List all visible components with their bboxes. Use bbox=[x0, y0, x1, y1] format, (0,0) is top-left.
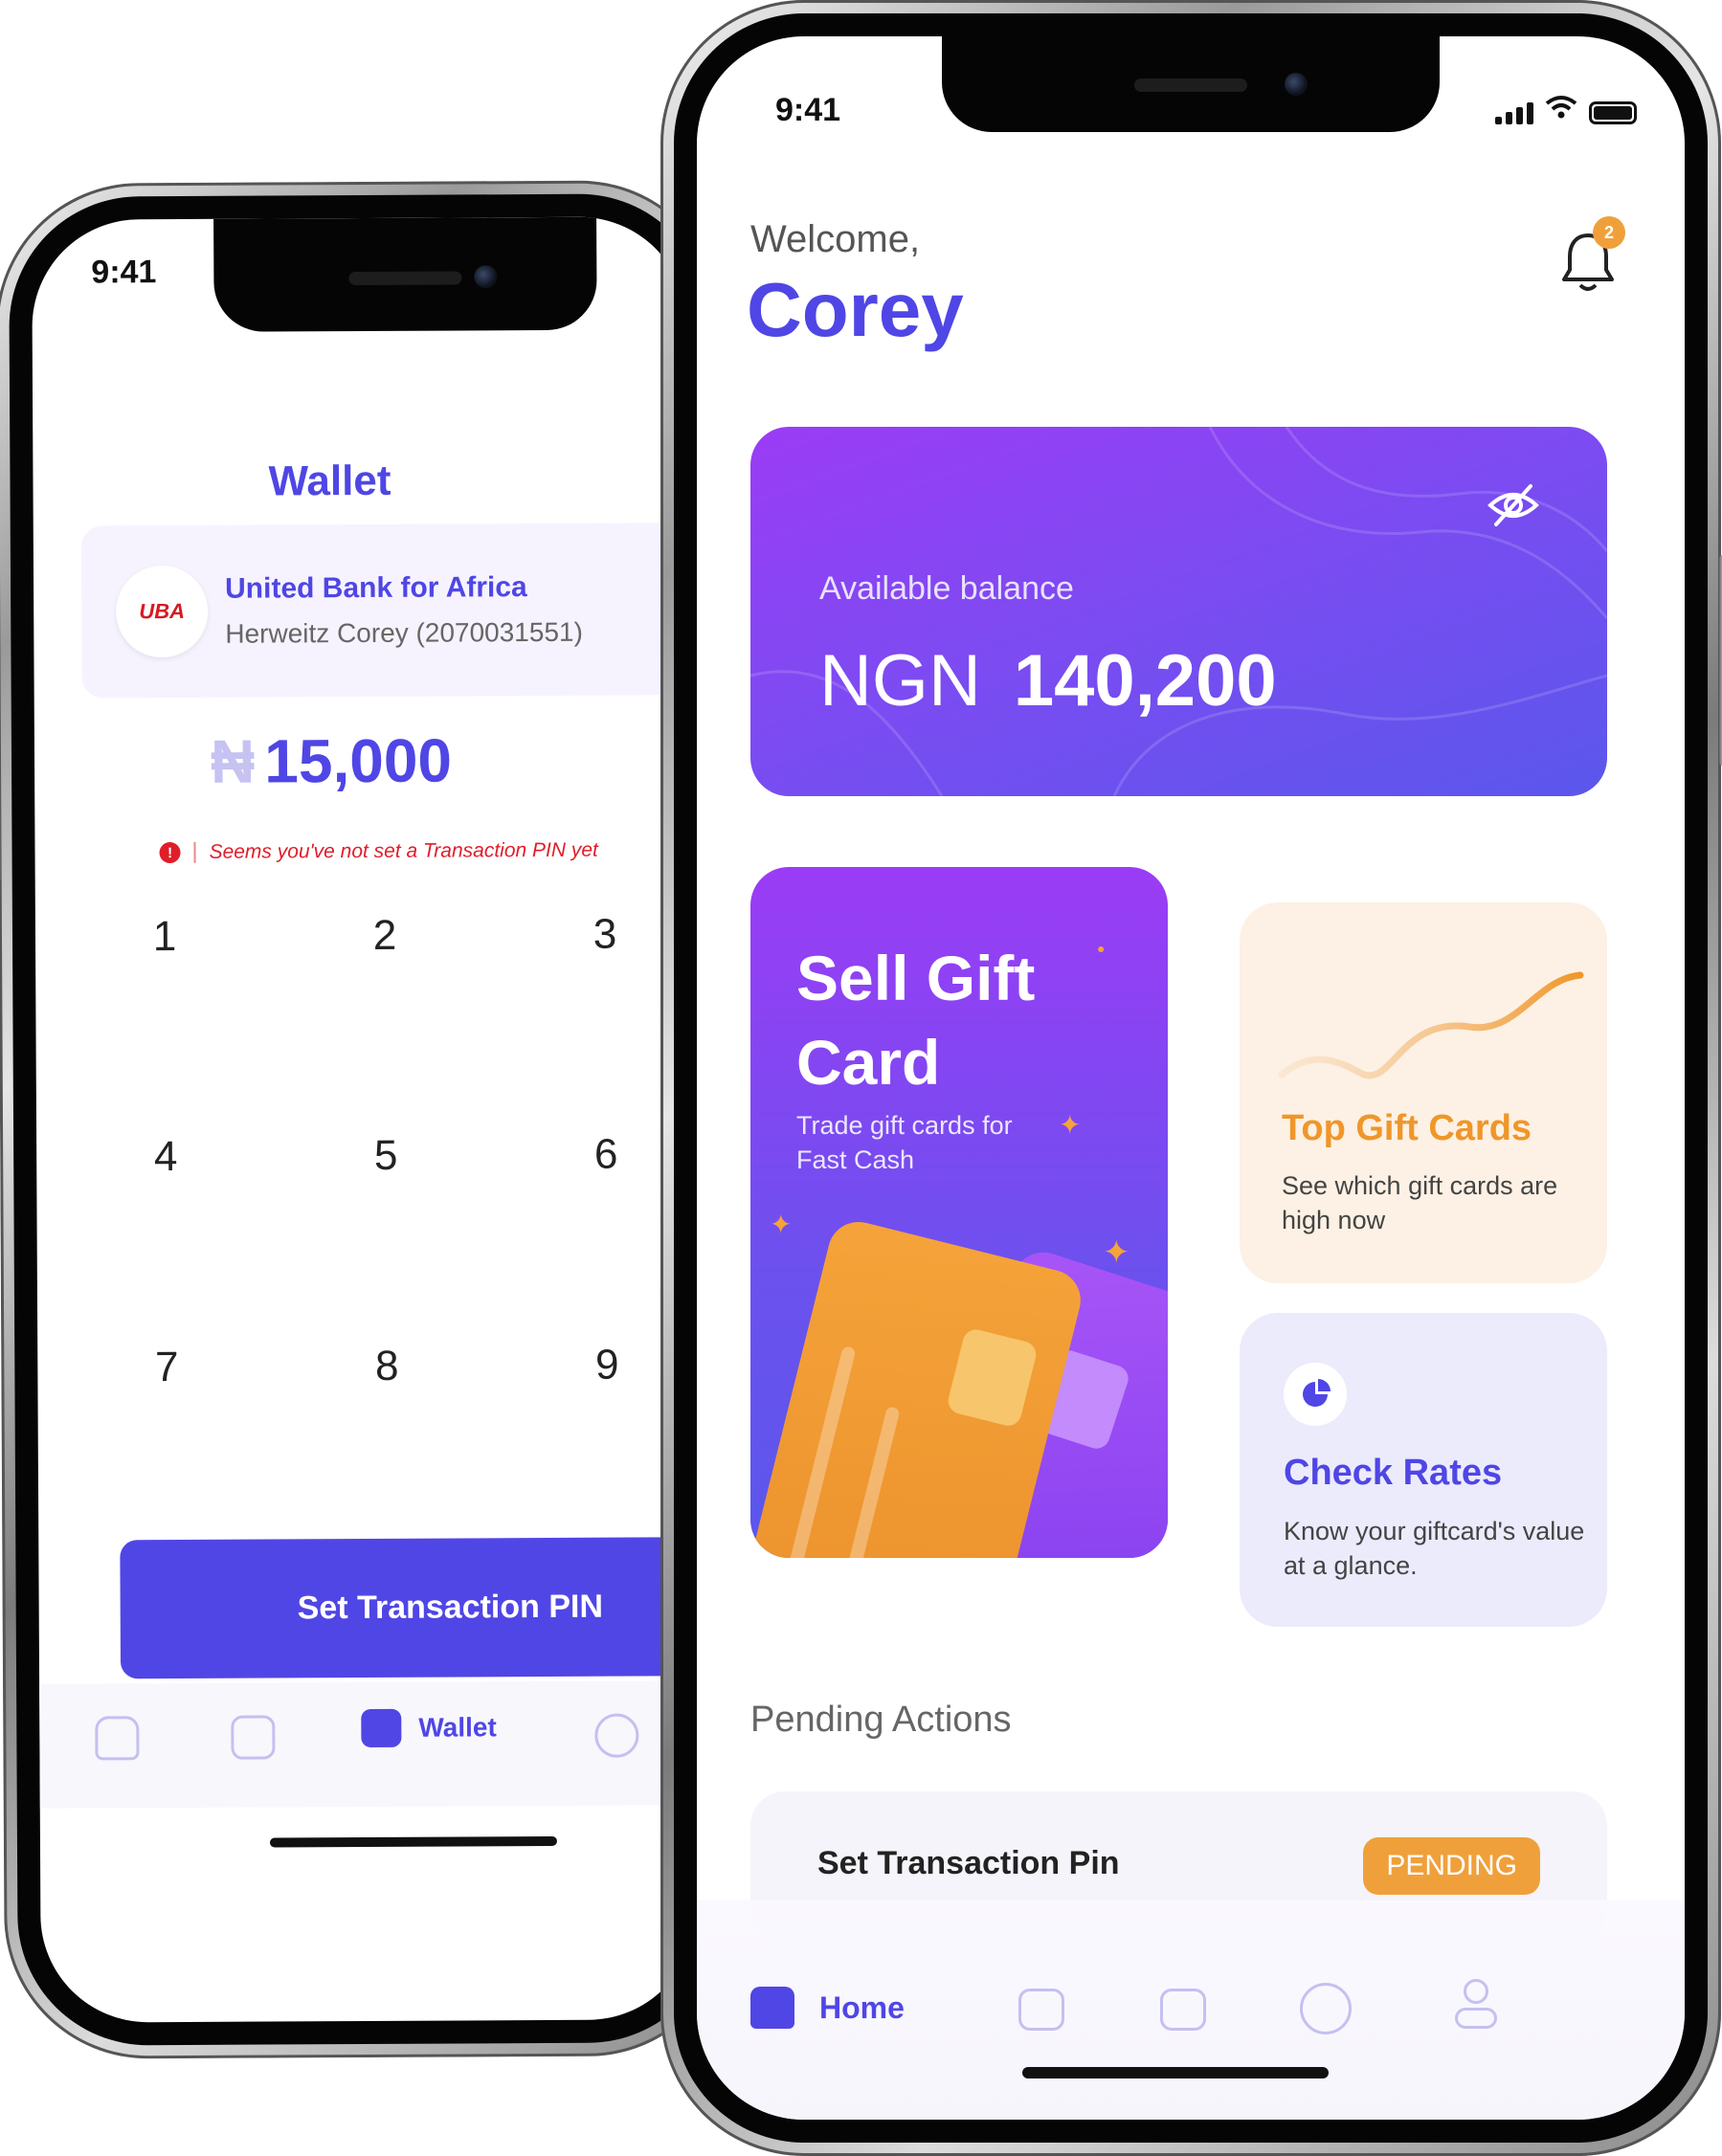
profile-icon[interactable] bbox=[1455, 1979, 1497, 2033]
balance-label: Available balance bbox=[819, 570, 1074, 607]
key-5[interactable]: 5 bbox=[328, 1108, 444, 1205]
greeting: Welcome, bbox=[750, 218, 921, 260]
numeric-keypad: 1 2 3 4 5 6 7 8 9 . 0 ⌫ bbox=[35, 886, 696, 1601]
set-transaction-pin-button[interactable]: Set Transaction PIN bbox=[120, 1536, 696, 1679]
sparkle-icon: ✦ bbox=[1103, 1234, 1130, 1271]
bottom-nav: Home bbox=[697, 1900, 1685, 2120]
home-icon[interactable] bbox=[95, 1716, 140, 1761]
bank-account-holder: Herweitz Corey (2070031551) bbox=[225, 616, 583, 649]
status-icons bbox=[1495, 94, 1637, 124]
amount-display: ₦ 15,000 bbox=[34, 724, 628, 798]
top-gift-cards-tile[interactable]: Top Gift Cards See which gift cards are … bbox=[1240, 902, 1607, 1283]
home-screen: 9:41 Welcome, Corey 2 Available balance … bbox=[697, 36, 1685, 2120]
sell-gift-card-tile[interactable]: Sell Gift Card Trade gift cards for Fast… bbox=[750, 867, 1168, 1558]
key-8[interactable]: 8 bbox=[329, 1319, 445, 1415]
page-title: Wallet bbox=[268, 456, 391, 505]
pin-warning: ! Seems you've not set a Transaction PIN… bbox=[159, 838, 598, 864]
bank-logo: UBA bbox=[115, 565, 209, 658]
chart-icon[interactable] bbox=[1018, 1989, 1064, 2031]
key-9[interactable]: 9 bbox=[549, 1317, 665, 1413]
wallet-phone: 9:41 Wallet UBA United Bank for Africa H… bbox=[0, 180, 733, 2059]
card-chip bbox=[945, 1326, 1040, 1429]
notification-badge: 2 bbox=[1593, 216, 1625, 249]
phone-notch bbox=[213, 216, 597, 332]
balance-amount: NGN 140,200 bbox=[819, 639, 1277, 722]
key-4[interactable]: 4 bbox=[108, 1109, 224, 1206]
key-6[interactable]: 6 bbox=[548, 1106, 664, 1203]
balance-value: 140,200 bbox=[1013, 640, 1277, 722]
home-indicator bbox=[269, 1835, 557, 1848]
status-time: 9:41 bbox=[775, 92, 841, 128]
status-time: 9:41 bbox=[91, 254, 157, 291]
key-2[interactable]: 2 bbox=[327, 888, 443, 985]
nav-home-label: Home bbox=[819, 1989, 905, 2025]
warning-text: Seems you've not set a Transaction PIN y… bbox=[209, 838, 598, 863]
card-stripe bbox=[773, 1345, 857, 1558]
nav-home[interactable]: Home bbox=[750, 1987, 905, 2029]
volume-down-button bbox=[0, 757, 1, 883]
card-pattern bbox=[750, 427, 1607, 796]
username: Corey bbox=[747, 267, 964, 352]
bank-account-card[interactable]: UBA United Bank for Africa Herweitz Core… bbox=[80, 522, 676, 699]
nav-wallet[interactable]: Wallet bbox=[361, 1708, 497, 1748]
wallet-screen: 9:41 Wallet UBA United Bank for Africa H… bbox=[32, 216, 696, 2023]
sell-card-subtitle: Trade gift cards for Fast Cash bbox=[796, 1111, 1013, 1174]
front-camera bbox=[1285, 73, 1308, 96]
chat-icon[interactable] bbox=[594, 1713, 639, 1758]
key-7[interactable]: 7 bbox=[109, 1320, 225, 1416]
divider bbox=[193, 841, 196, 863]
bank-name: United Bank for Africa bbox=[225, 571, 527, 605]
rates-card-subtitle: Know your giftcard's value at a glance. bbox=[1284, 1517, 1585, 1580]
check-rates-tile[interactable]: Check Rates Know your giftcard's value a… bbox=[1240, 1313, 1607, 1627]
pending-action-label: Set Transaction Pin bbox=[817, 1845, 1120, 1881]
speaker-grille bbox=[1134, 78, 1247, 92]
sell-card-title: Sell Gift Card bbox=[796, 943, 1036, 1098]
bottom-nav: Wallet bbox=[39, 1679, 696, 1809]
top-card-title: Top Gift Cards bbox=[1282, 1108, 1532, 1148]
phone-notch bbox=[942, 36, 1440, 132]
wallet-icon[interactable] bbox=[1160, 1989, 1206, 2031]
home-phone: 9:41 Welcome, Corey 2 Available balance … bbox=[660, 0, 1722, 2156]
chat-icon[interactable] bbox=[1300, 1983, 1352, 2034]
eye-off-icon[interactable] bbox=[1487, 478, 1540, 532]
naira-symbol: ₦ bbox=[210, 726, 256, 796]
front-camera bbox=[474, 265, 498, 289]
status-badge: PENDING bbox=[1363, 1837, 1540, 1895]
nav-wallet-label: Wallet bbox=[418, 1712, 497, 1743]
trend-line-icon bbox=[1278, 971, 1584, 1079]
home-icon bbox=[750, 1987, 794, 2029]
top-card-subtitle: See which gift cards are high now bbox=[1282, 1171, 1558, 1234]
key-3[interactable]: 3 bbox=[548, 886, 663, 983]
notification-button[interactable]: 2 bbox=[1558, 216, 1625, 295]
balance-card[interactable]: Available balance NGN 140,200 bbox=[750, 427, 1607, 796]
set-transaction-pin-label: Set Transaction PIN bbox=[297, 1588, 604, 1627]
key-1[interactable]: 1 bbox=[107, 889, 223, 986]
speaker-grille bbox=[348, 271, 462, 286]
wallet-icon bbox=[361, 1708, 402, 1748]
amount-value: 15,000 bbox=[264, 725, 453, 796]
sparkle-icon: ✦ bbox=[1059, 1110, 1082, 1140]
chart-icon[interactable] bbox=[231, 1715, 276, 1760]
signal-icon bbox=[1495, 102, 1533, 124]
battery-icon bbox=[1589, 101, 1637, 124]
sparkle-icon: ✦ bbox=[770, 1210, 793, 1239]
pie-chart-icon bbox=[1284, 1363, 1347, 1426]
sparkle-icon: ● bbox=[1097, 941, 1106, 956]
rates-card-title: Check Rates bbox=[1284, 1453, 1503, 1493]
wifi-icon bbox=[1545, 94, 1577, 124]
home-indicator bbox=[1022, 2067, 1329, 2078]
balance-currency: NGN bbox=[819, 640, 981, 722]
alert-icon: ! bbox=[159, 841, 181, 864]
pending-actions-heading: Pending Actions bbox=[750, 1700, 1012, 1740]
